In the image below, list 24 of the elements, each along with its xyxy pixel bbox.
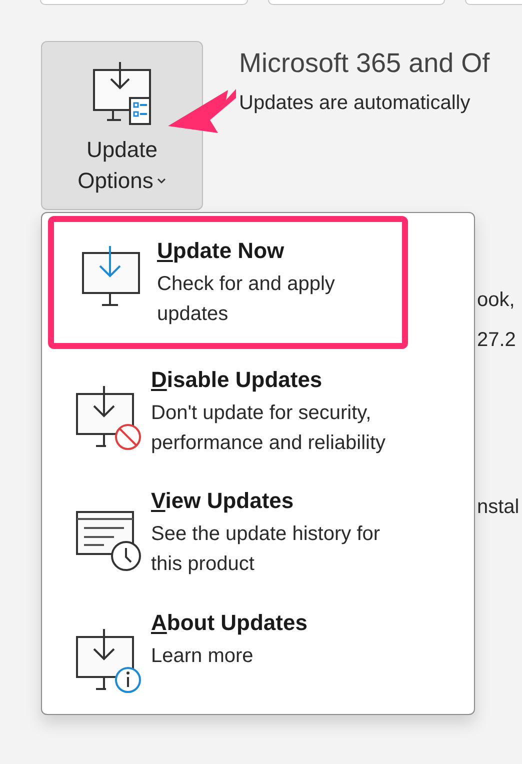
menu-item-description: See the update history for this product	[151, 522, 382, 578]
background-text: 27.2	[477, 328, 516, 353]
menu-item-title: View Updates	[151, 487, 295, 516]
monitor-info-icon	[76, 628, 142, 694]
update-options-button[interactable]: Update Options	[41, 41, 203, 210]
background-text: ook,	[477, 288, 515, 313]
button-edge[interactable]	[464, 0, 522, 5]
button-edge[interactable]	[268, 0, 445, 5]
menu-item-description: Learn more	[151, 644, 254, 670]
menu-item-title: About Updates	[151, 609, 308, 638]
menu-item[interactable]: View Updates See the update history for this product	[48, 486, 408, 592]
menu-item-description: Check for and apply updates	[157, 272, 336, 327]
menu-item[interactable]: Disable Updates Don't update for security, performance and reliability	[48, 364, 408, 470]
background-text: nstal	[477, 495, 520, 520]
section-description: Updates are automatically	[239, 90, 472, 116]
button-edge[interactable]	[40, 0, 248, 5]
menu-item[interactable]: Update Now Check for and apply updates	[48, 216, 408, 349]
menu-item-title: Update Now	[157, 237, 286, 265]
section-heading: Microsoft 365 and Of	[239, 47, 490, 80]
monitor-blocked-icon	[76, 384, 142, 451]
menu-item[interactable]: About Updates Learn more	[48, 608, 408, 714]
menu-item-title: Disable Updates	[151, 366, 324, 394]
menu-item-description: Don't update for security, performance and reliability	[151, 400, 387, 456]
update-options-icon	[93, 62, 151, 126]
